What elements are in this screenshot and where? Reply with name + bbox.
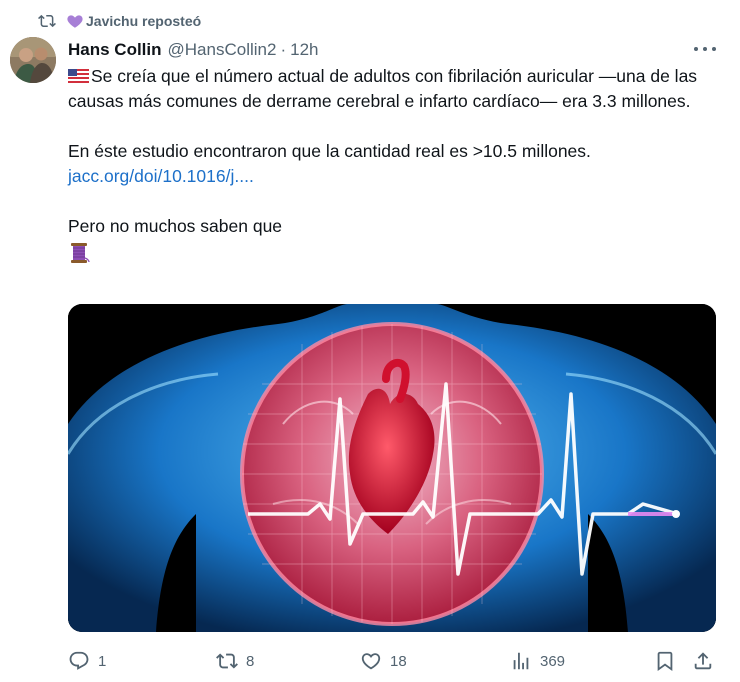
timestamp[interactable]: 12h bbox=[290, 40, 318, 60]
retweet-icon bbox=[216, 653, 238, 669]
views-icon bbox=[513, 652, 529, 670]
thread-spool-icon bbox=[71, 243, 90, 263]
tweet-line-2: En éste estudio encontraron que la canti… bbox=[68, 141, 591, 161]
views-count: 369 bbox=[540, 652, 566, 670]
repost-header[interactable]: Javichu reposteó bbox=[38, 10, 201, 32]
author-name[interactable]: Hans Collin bbox=[68, 40, 162, 60]
heart-ecg-illustration bbox=[68, 304, 716, 632]
tweet-line-1: Se creía que el número actual de adultos… bbox=[68, 66, 698, 111]
tweet-media-image[interactable] bbox=[68, 304, 716, 632]
tweet-paragraph-2: En éste estudio encontraron que la canti… bbox=[68, 139, 718, 189]
avatar[interactable] bbox=[10, 37, 56, 83]
retweet-button[interactable]: 8 bbox=[216, 648, 254, 674]
retweet-count: 8 bbox=[246, 652, 255, 670]
like-button[interactable]: 18 bbox=[360, 648, 407, 674]
tweet-text: Se creía que el número actual de adultos… bbox=[68, 64, 718, 271]
reply-icon bbox=[69, 651, 89, 670]
like-icon bbox=[361, 653, 381, 670]
views-button[interactable]: 369 bbox=[510, 648, 565, 674]
tweet-paragraph-3: Pero no muchos saben que bbox=[68, 214, 718, 271]
repost-label: Javichu reposteó bbox=[86, 13, 202, 29]
tweet-paragraph-1: Se creía que el número actual de adultos… bbox=[68, 64, 718, 114]
us-flag-icon bbox=[68, 69, 89, 83]
tweet-line-3: Pero no muchos saben que bbox=[68, 216, 283, 236]
tweet-header: Hans Collin @HansCollin2 · 12h bbox=[68, 38, 720, 62]
bookmark-button[interactable] bbox=[654, 648, 676, 674]
action-bar: 1 8 18 369 bbox=[68, 648, 718, 674]
bookmark-icon bbox=[657, 651, 673, 672]
reply-count: 1 bbox=[98, 652, 107, 670]
reply-button[interactable]: 1 bbox=[68, 648, 106, 674]
share-icon bbox=[694, 652, 712, 670]
author-handle[interactable]: @HansCollin2 bbox=[168, 40, 277, 60]
separator: · bbox=[280, 40, 287, 59]
like-count: 18 bbox=[390, 652, 407, 670]
avatar-photo bbox=[10, 37, 56, 83]
share-button[interactable] bbox=[692, 648, 714, 674]
purple-heart-icon bbox=[67, 15, 83, 28]
repost-icon bbox=[38, 14, 56, 28]
article-link[interactable]: jacc.org/doi/10.1016/j.... bbox=[68, 166, 254, 186]
more-icon[interactable] bbox=[694, 41, 716, 57]
